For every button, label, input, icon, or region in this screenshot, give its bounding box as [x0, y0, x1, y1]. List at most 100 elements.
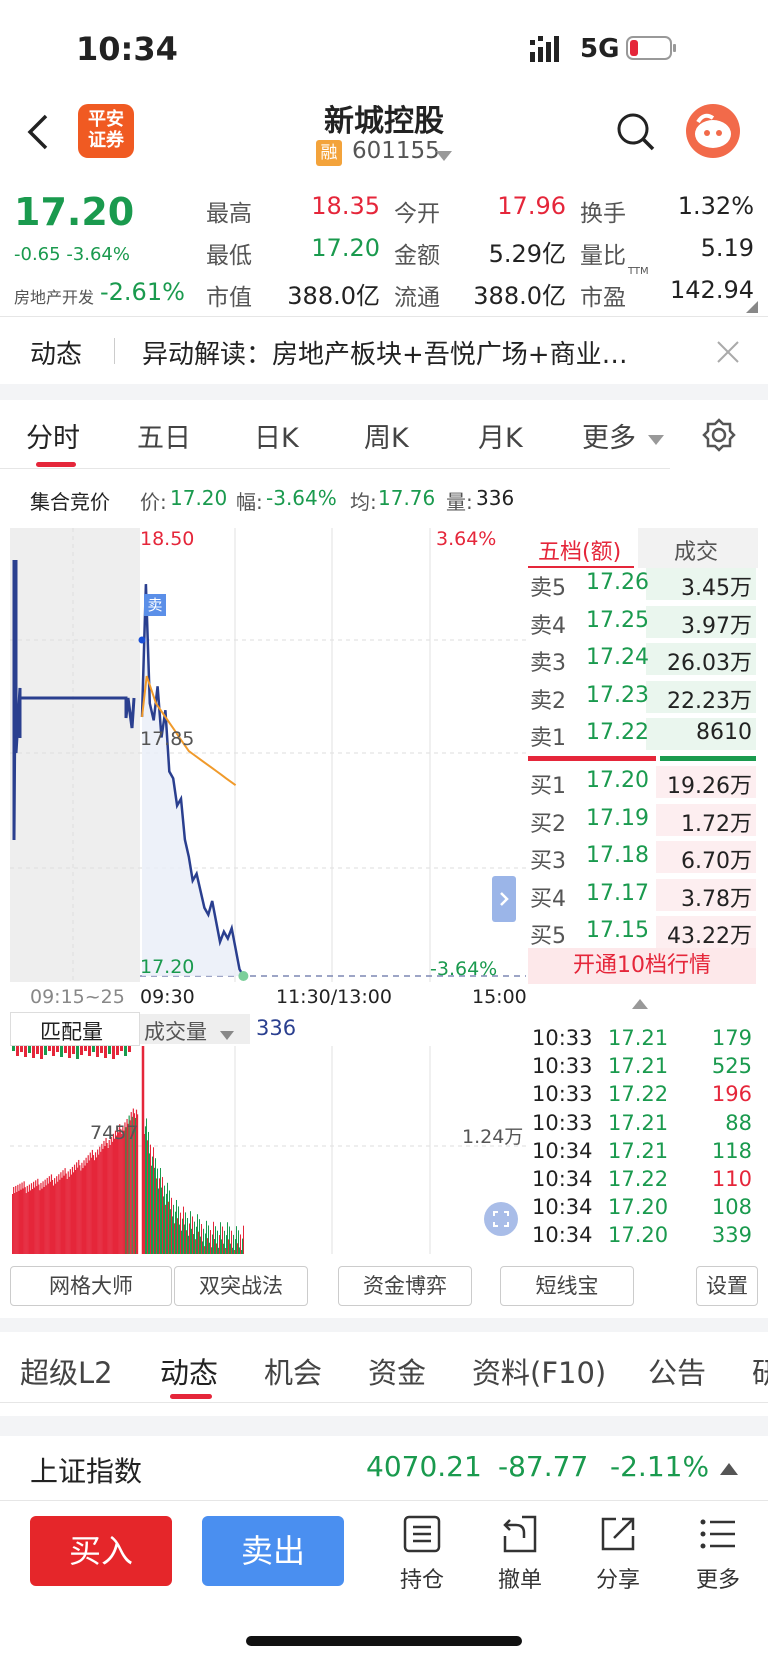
buy-level-row[interactable]: 买2 17.19 1.72万 [528, 802, 756, 838]
buy-level-row[interactable]: 买1 17.20 19.26万 [528, 764, 756, 800]
buy-level-row[interactable]: 买4 17.17 3.78万 [528, 877, 756, 913]
tab-weekly-k[interactable]: 周K [364, 416, 409, 455]
tick-time: 10:34 [532, 1138, 593, 1163]
volume-bar [33, 1181, 35, 1254]
level-amount: 3.78万 [681, 886, 752, 912]
expand-corner-icon[interactable] [746, 298, 758, 313]
holdings-button[interactable]: 持仓 [392, 1510, 452, 1600]
tick-vol: 88 [725, 1110, 752, 1135]
volume-bar [58, 1174, 60, 1254]
tool-settings[interactable]: 设置 [696, 1266, 758, 1306]
auction-pct-label: 幅: [236, 490, 263, 514]
more-label: 更多 [695, 1568, 740, 1593]
tick-price: 17.22 [608, 1167, 669, 1191]
volume-bar [211, 1247, 212, 1254]
tool-short-term[interactable]: 短线宝 [500, 1266, 634, 1306]
buy-level-row[interactable]: 买3 17.18 6.70万 [528, 839, 756, 875]
tab-announcement[interactable]: 公告 [648, 1350, 706, 1392]
index-ticker[interactable]: 上证指数 4070.21 -87.77 -2.11% [0, 1436, 768, 1500]
sell-level-row[interactable]: 卖4 17.25 3.97万 [528, 604, 756, 640]
tab-super-l2[interactable]: 超级L2 [20, 1350, 113, 1392]
close-icon[interactable] [716, 340, 740, 364]
volume-bar [76, 1162, 78, 1254]
news-ticker[interactable]: 动态 异动解读：房地产板块+吾悦广场+商业… [0, 318, 768, 384]
code-dropdown-icon[interactable] [436, 148, 452, 161]
sector-name[interactable]: 房地产开发 [14, 284, 94, 308]
volume-bar [105, 1137, 107, 1254]
sell-level-row[interactable]: 卖5 17.26 3.45万 [528, 566, 756, 602]
more-button[interactable]: 更多 [688, 1510, 748, 1600]
volume-bar [110, 1136, 112, 1254]
index-change: -87.77 [498, 1450, 589, 1483]
assistant-avatar-icon[interactable] [686, 104, 740, 158]
volume-bar [161, 1187, 162, 1254]
volume-bar [107, 1147, 109, 1254]
stat-label: 今开 [394, 201, 440, 227]
buy-button[interactable]: 买入 [30, 1516, 172, 1586]
volume-bar [194, 1221, 195, 1254]
match-volume-bar [20, 1046, 23, 1052]
level-price: 17.19 [586, 805, 649, 831]
sell-button[interactable]: 卖出 [202, 1516, 344, 1586]
tool-capital-game[interactable]: 资金博弈 [338, 1266, 472, 1306]
tool-double-breakout[interactable]: 双突战法 [174, 1266, 308, 1306]
volume-bar [68, 1176, 70, 1254]
match-volume-bar [56, 1046, 59, 1052]
volume-bar [192, 1216, 193, 1254]
more-dropdown-icon[interactable] [648, 432, 664, 445]
expand-panel-icon[interactable] [492, 876, 516, 922]
tab-more[interactable]: 更多 [582, 416, 636, 455]
tab-five-day[interactable]: 五日 [137, 416, 191, 455]
stat-label: 最低 [206, 243, 252, 269]
tick-row: 10:33 17.21 88 [532, 1111, 754, 1139]
volume-bar [72, 1172, 75, 1254]
tab-capital[interactable]: 资金 [368, 1350, 426, 1392]
open-dot [138, 636, 146, 644]
tab-monthly-k[interactable]: 月K [478, 416, 523, 455]
cancel-order-button[interactable]: 撤单 [490, 1510, 550, 1600]
volume-bar [75, 1170, 77, 1254]
volume-bar [41, 1188, 43, 1254]
stat-value: 17.96 [497, 192, 566, 220]
tick-vol: 196 [711, 1082, 752, 1107]
settings-gear-icon[interactable] [702, 418, 736, 452]
match-volume-bar [40, 1046, 43, 1059]
tab-intraday[interactable]: 分时 [26, 416, 80, 455]
tab-daily-k[interactable]: 日K [254, 416, 299, 455]
volume-bar [170, 1209, 171, 1254]
fullscreen-icon[interactable] [484, 1202, 518, 1236]
sell-level-row[interactable]: 卖1 17.22 8610 [528, 716, 756, 752]
volume-bar [156, 1178, 157, 1254]
open-l2-button[interactable]: 开通10档行情 [528, 948, 756, 984]
share-button[interactable]: 分享 [588, 1510, 648, 1600]
level-amount: 3.97万 [681, 613, 752, 639]
level-amount: 6.70万 [681, 849, 752, 874]
sell-marker[interactable]: 卖 [144, 594, 166, 616]
match-volume-bar [28, 1046, 31, 1053]
tab-research[interactable]: 研 [752, 1350, 768, 1392]
news-headline[interactable]: 异动解读：房地产板块+吾悦广场+商业… [142, 334, 628, 371]
sell-level-row[interactable]: 卖3 17.24 26.03万 [528, 641, 756, 677]
holdings-icon [402, 1514, 442, 1554]
tick-vol: 110 [711, 1167, 752, 1191]
tool-grid-master[interactable]: 网格大师 [10, 1266, 172, 1306]
volume-dropdown-icon[interactable] [220, 1026, 234, 1040]
auction-price: 17.20 [170, 486, 228, 510]
sell-level-row[interactable]: 卖2 17.23 22.23万 [528, 679, 756, 715]
volume-bar [31, 1188, 34, 1254]
buy-level-row[interactable]: 买5 17.15 43.22万 [528, 914, 756, 950]
intraday-chart[interactable]: 18.50 3.64% 17.85 17.20 -3.64% 卖 [10, 528, 526, 982]
volume-bar [88, 1160, 90, 1254]
level-amount: 26.03万 [667, 651, 752, 676]
tab-news[interactable]: 动态 [160, 1350, 218, 1392]
volume-chart[interactable]: 7457 1.24万 [10, 1046, 526, 1254]
search-icon[interactable] [616, 112, 656, 152]
volume-bar [214, 1239, 215, 1254]
tab-opportunity[interactable]: 机会 [264, 1350, 322, 1392]
tick-time: 10:33 [532, 1026, 593, 1050]
tab-f10[interactable]: 资料(F10) [472, 1350, 606, 1392]
collapse-up-icon[interactable] [632, 996, 648, 1009]
expand-up-icon[interactable] [720, 1462, 738, 1476]
stat-label: 市值 [206, 285, 252, 311]
volume-bar [175, 1211, 176, 1254]
